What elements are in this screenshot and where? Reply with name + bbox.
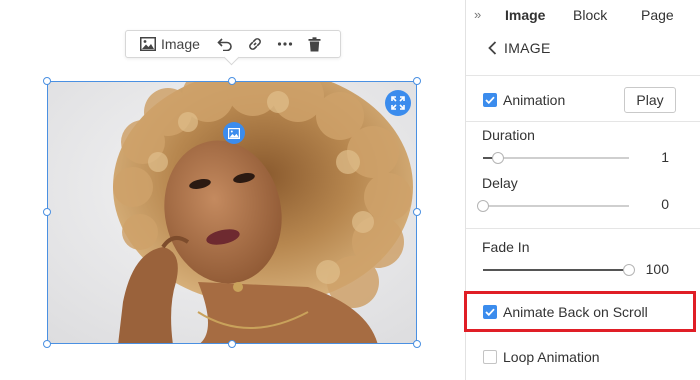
divider <box>466 121 700 122</box>
link-icon <box>249 38 261 50</box>
resize-handle-left[interactable] <box>43 208 51 216</box>
divider <box>466 75 700 76</box>
resize-handle-top[interactable] <box>228 77 236 85</box>
settings-panel: » Image Block Page IMAGE Animation Play … <box>464 0 700 380</box>
resize-handle-bottom[interactable] <box>228 340 236 348</box>
delay-label: Delay <box>482 175 518 191</box>
image-icon <box>228 127 240 139</box>
more-icon <box>277 42 293 46</box>
editor-window: Image » Image Block Page IMAGE Animation… <box>0 0 700 380</box>
resize-handle-bottom-left[interactable] <box>43 340 51 348</box>
back-to-image-button[interactable]: IMAGE <box>488 40 551 56</box>
fade-in-value: 100 <box>645 261 669 277</box>
fullscreen-button[interactable] <box>385 90 411 116</box>
block-type-button[interactable]: Image <box>126 31 210 57</box>
undo-button[interactable] <box>210 31 240 57</box>
resize-handle-top-right[interactable] <box>413 77 421 85</box>
block-type-label: Image <box>161 36 200 52</box>
animation-label: Animation <box>503 92 566 108</box>
slider-thumb[interactable] <box>477 200 489 212</box>
delay-slider[interactable] <box>477 200 629 212</box>
undo-icon <box>217 38 232 51</box>
loop-animation-checkbox[interactable] <box>483 350 497 364</box>
tab-page[interactable]: Page <box>641 7 674 23</box>
section-title: IMAGE <box>504 40 551 56</box>
image-toolbar: Image <box>125 30 341 58</box>
image-icon <box>140 37 156 51</box>
resize-handle-top-left[interactable] <box>43 77 51 85</box>
animate-back-label: Animate Back on Scroll <box>503 304 648 320</box>
chevron-left-icon <box>488 41 497 55</box>
delete-button[interactable] <box>300 31 330 57</box>
expand-icon <box>391 96 405 110</box>
duration-value: 1 <box>661 149 669 165</box>
check-icon <box>485 308 495 316</box>
duration-label: Duration <box>482 127 535 143</box>
image-placeholder-badge <box>223 122 245 144</box>
selected-image-block[interactable] <box>43 77 421 348</box>
more-options-button[interactable] <box>270 31 300 57</box>
tab-block[interactable]: Block <box>573 7 607 23</box>
delay-value: 0 <box>661 196 669 212</box>
collapse-panel-icon[interactable]: » <box>474 7 481 22</box>
fade-in-slider[interactable] <box>483 264 635 276</box>
animate-back-checkbox[interactable] <box>483 305 497 319</box>
check-icon <box>485 96 495 104</box>
editor-canvas: Image <box>0 0 465 380</box>
resize-handle-bottom-right[interactable] <box>413 340 421 348</box>
loop-animation-label: Loop Animation <box>503 349 600 365</box>
animation-checkbox[interactable] <box>483 93 497 107</box>
fade-in-label: Fade In <box>482 239 530 255</box>
play-button[interactable]: Play <box>624 87 676 113</box>
portrait-photo <box>48 82 416 343</box>
tab-image[interactable]: Image <box>505 7 545 23</box>
divider <box>466 228 700 229</box>
slider-thumb[interactable] <box>491 152 504 164</box>
duration-slider[interactable] <box>483 152 629 164</box>
resize-handle-right[interactable] <box>413 208 421 216</box>
link-button[interactable] <box>240 31 270 57</box>
panel-tabs: » Image Block Page <box>466 0 700 32</box>
trash-icon <box>308 36 321 51</box>
